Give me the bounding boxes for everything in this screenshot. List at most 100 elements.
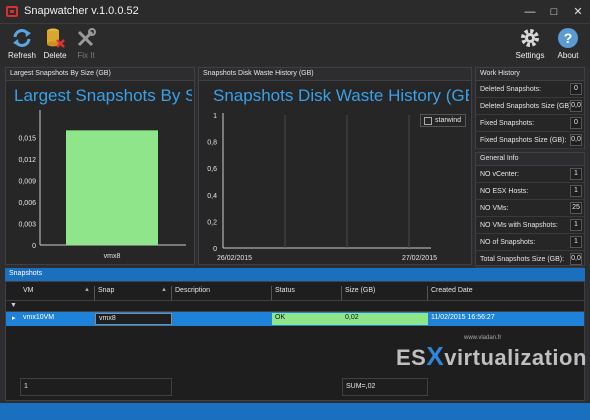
about-button[interactable]: ? About [551,27,585,63]
info-row: NO of Snapshots: 1 [476,234,584,251]
close-button[interactable]: ✕ [569,4,587,20]
y-tick-label: 1 [213,113,217,120]
cell-vm[interactable]: vmx10VM [20,313,95,325]
y-tick-label: 0,009 [18,179,36,186]
y-tick-label: 0,8 [207,140,217,147]
app-icon [6,6,18,17]
delete-button[interactable]: Delete [38,27,72,63]
window-title: Snapwatcher v.1.0.0.52 [24,5,139,17]
column-label: Snap [98,287,115,294]
disk-waste-chart-svg: 0 0,2 0,4 0,6 0,8 1 26/02/2015 27/02/2015 [207,113,437,262]
info-value: 0 [570,117,582,129]
filter-row[interactable]: ▼ [6,300,584,312]
general-info-panel: General Info NO vCenter: 1 NO ESX Hosts: 1 N… [475,152,585,268]
info-label: NO ESX Hosts: [480,188,529,195]
svg-text:?: ? [564,30,573,46]
info-value: 1 [570,236,582,248]
watermark-x: X [426,341,445,371]
info-label: Deleted Snapshots: [480,86,542,93]
info-row: Total Snapshots Size (GB): 0,0 [476,251,584,268]
column-header-snap[interactable]: Snap ▲ [95,286,172,300]
y-tick-label: 0,4 [207,193,217,200]
info-value: 1 [570,168,582,180]
toolbar: Refresh Delete Fix It Settings ? About [0,24,590,66]
y-tick-label: 0,003 [18,222,36,229]
info-row: Deleted Snapshots Size (GB): 0,0 [476,98,584,115]
minimize-button[interactable]: — [521,4,539,20]
info-row: NO VMs with Snapshots: 1 [476,217,584,234]
row-indicator-icon: ▸ [12,315,16,322]
cell-description[interactable] [172,313,272,325]
info-label: Total Snapshots Size (GB): [480,256,565,263]
settings-button[interactable]: Settings [513,27,547,63]
info-label: Deleted Snapshots Size (GB): [480,103,574,110]
column-header-vm[interactable]: VM ▲ [20,286,95,300]
info-row: NO vCenter: 1 [476,166,584,183]
cell-status[interactable]: OK [272,313,342,325]
fix-it-button[interactable]: Fix It [69,27,103,63]
bar [66,130,158,245]
settings-label: Settings [515,51,545,60]
x-tick-label: 26/02/2015 [217,255,252,262]
x-tick-label: 27/02/2015 [402,255,437,262]
legend: starwind [420,114,466,127]
info-label: Fixed Snapshots Size (GB): [480,137,567,144]
info-value: 25 [570,202,582,214]
delete-label: Delete [43,51,67,60]
tools-icon [77,28,96,47]
sort-icon: ▲ [84,287,90,293]
about-label: About [557,51,579,60]
info-value: 0,0 [570,100,582,112]
y-tick-label: 0,006 [18,200,36,207]
info-row: Fixed Snapshots: 0 [476,115,584,132]
title-bar: Snapwatcher v.1.0.0.52 — □ ✕ [0,0,590,24]
table-row[interactable]: ▸ vmx10VM vmx8 OK 0,02 11/02/2015 16:56:… [6,312,584,326]
footer-sum: SUM=,02 [342,378,428,396]
refresh-label: Refresh [7,51,36,60]
y-tick-label: 0 [32,243,36,250]
snapshots-header: Snapshots [5,268,585,281]
info-value: 0,0 [570,134,582,146]
y-tick-label: 0,2 [207,219,217,226]
fix-it-label: Fix It [77,51,95,60]
watermark-left: ES [396,345,427,370]
maximize-button[interactable]: □ [545,4,563,20]
legend-swatch [424,117,432,125]
disk-waste-panel: Snapshots Disk Waste History (GB) Snapsh… [198,67,472,265]
info-label: Fixed Snapshots: [480,120,535,127]
largest-chart-svg: 0 0,003 0,006 0,009 0,012 0,015 vmx8 [18,110,186,260]
filter-icon: ▼ [10,302,17,309]
column-header-status[interactable]: Status [272,286,342,300]
info-value: 0,0 [570,253,582,265]
watermark-right: virtualization [444,345,587,370]
info-value: 1 [570,185,582,197]
cell-size[interactable]: 0,02 [342,313,428,325]
cell-snap[interactable]: vmx8 [95,313,172,325]
general-info-header: General Info [476,153,584,166]
largest-snapshots-panel: Largest Snapshots By Size (GB) Largest S… [5,67,195,265]
help-icon: ? [558,28,578,48]
refresh-icon [13,29,31,47]
info-value: 1 [570,219,582,231]
info-row: NO ESX Hosts: 1 [476,183,584,200]
status-bar [0,403,590,420]
watermark-logo: www.vladan.fr ESXvirtualization [396,333,586,377]
work-history-header: Work History [476,68,584,81]
watermark-text: ESXvirtualization [396,341,587,372]
legend-label: starwind [435,117,462,124]
column-header-description[interactable]: Description [172,286,272,300]
info-row: NO VMs: 25 [476,200,584,217]
cell-created-date[interactable]: 11/02/2015 16:56:27 [428,313,514,325]
refresh-button[interactable]: Refresh [5,27,39,63]
gear-icon [521,29,539,47]
column-header-created-date[interactable]: Created Date [428,286,514,300]
y-tick-label: 0,015 [18,136,36,143]
info-row: Fixed Snapshots Size (GB): 0,0 [476,132,584,149]
column-label: VM [23,287,34,294]
footer-count: 1 [20,378,172,396]
sort-icon: ▲ [161,287,167,293]
y-tick-label: 0,6 [207,166,217,173]
column-header-size[interactable]: Size (GB) [342,286,428,300]
work-history-panel: Work History Deleted Snapshots: 0 Deleted … [475,67,585,149]
y-tick-label: 0,012 [18,157,36,164]
